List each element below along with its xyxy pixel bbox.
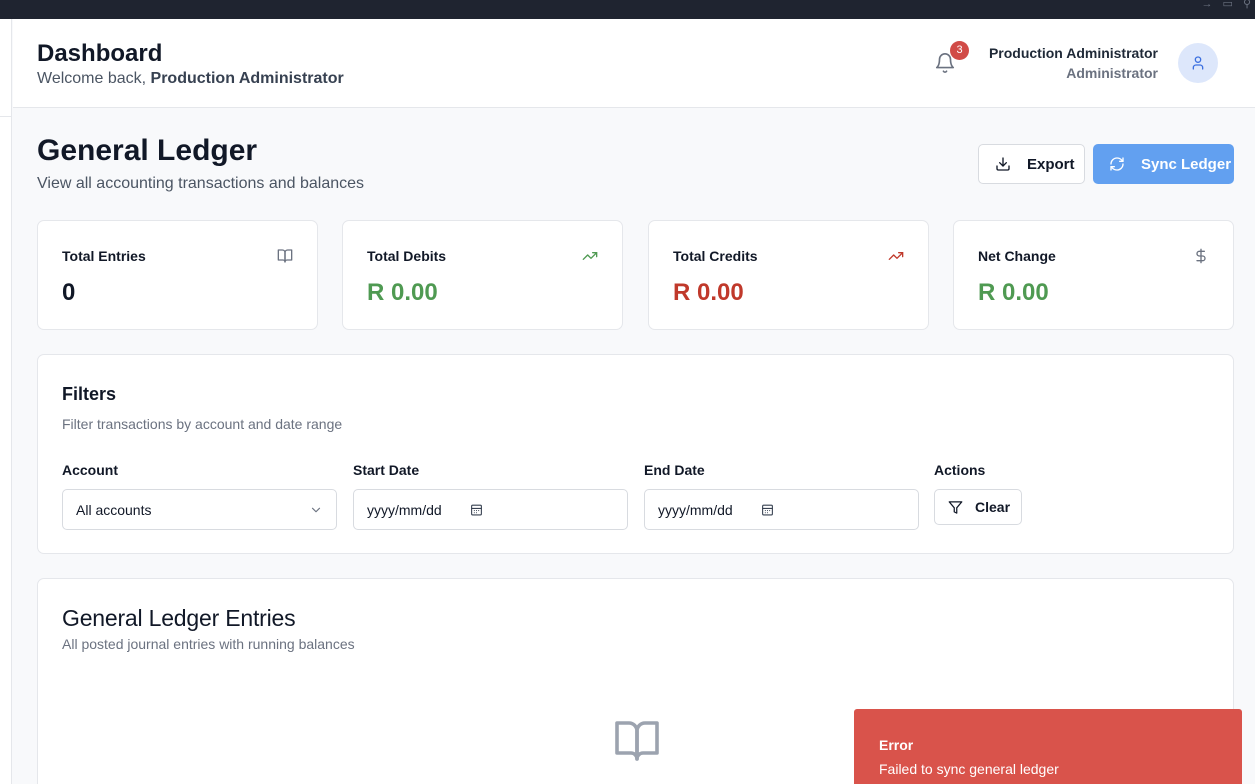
header-title: Dashboard — [37, 40, 163, 67]
account-value: All accounts — [76, 501, 152, 518]
end-date-label: End Date — [644, 462, 705, 478]
export-label: Export — [1027, 155, 1075, 173]
calendar-icon[interactable] — [470, 503, 483, 516]
refresh-icon — [1110, 157, 1124, 171]
sidebar-collapsed — [0, 19, 12, 784]
start-date-input[interactable]: yyyy/mm/dd — [353, 489, 628, 530]
notifications-button[interactable]: 3 — [934, 41, 969, 76]
clear-button[interactable]: Clear — [934, 489, 1022, 525]
stat-label: Total Debits — [367, 248, 447, 264]
user-role: Administrator — [1066, 65, 1158, 81]
calendar-icon[interactable] — [761, 503, 774, 516]
top-header: Dashboard Welcome back, Production Admin… — [13, 19, 1255, 108]
monitor-icon[interactable]: ▭ — [1223, 0, 1233, 10]
book-open-icon — [615, 721, 659, 761]
stat-label: Net Change — [978, 248, 1056, 264]
welcome-prefix: Welcome back, — [37, 70, 151, 87]
book-open-icon — [277, 249, 293, 263]
chevron-down-icon — [311, 507, 321, 513]
stat-label: Total Entries — [62, 248, 146, 264]
dollar-icon — [1196, 248, 1206, 264]
user-info[interactable]: Production Administrator Administrator — [989, 43, 1158, 83]
entries-subtitle: All posted journal entries with running … — [62, 636, 355, 652]
account-select[interactable]: All accounts — [62, 489, 337, 530]
actions-label: Actions — [934, 462, 986, 478]
sidebar-divider — [0, 116, 12, 117]
stat-card-total-entries: Total Entries 0 — [37, 220, 318, 330]
avatar[interactable] — [1178, 43, 1218, 83]
arrow-icon[interactable]: → — [1202, 0, 1213, 10]
export-button[interactable]: Export — [978, 144, 1085, 184]
welcome-name: Production Administrator — [150, 70, 344, 87]
tool-icon[interactable]: ⚲ — [1243, 0, 1251, 10]
page-subtitle: View all accounting transactions and bal… — [37, 175, 365, 192]
user-icon — [1192, 56, 1204, 70]
stat-value: R 0.00 — [978, 279, 1049, 306]
notification-badge: 3 — [950, 41, 969, 60]
toast-title: Error — [879, 737, 914, 753]
user-name: Production Administrator — [988, 45, 1158, 61]
stat-label: Total Credits — [673, 248, 758, 264]
trending-up-icon — [582, 252, 598, 260]
filters-subtitle: Filter transactions by account and date … — [62, 416, 343, 432]
page-title: General Ledger — [37, 134, 258, 167]
error-toast[interactable]: Error Failed to sync general ledger — [854, 709, 1242, 784]
stat-value: 0 — [62, 279, 76, 306]
filters-title: Filters — [62, 384, 117, 404]
stat-card-total-credits: Total Credits R 0.00 — [648, 220, 929, 330]
account-label: Account — [62, 462, 118, 478]
sync-label: Sync Ledger — [1141, 155, 1232, 173]
stat-card-net-change: Net Change R 0.00 — [953, 220, 1234, 330]
stat-value: R 0.00 — [673, 279, 744, 306]
sync-ledger-button[interactable]: Sync Ledger — [1093, 144, 1234, 184]
filter-icon — [948, 500, 963, 514]
toast-message: Failed to sync general ledger — [879, 761, 1059, 777]
download-icon — [996, 157, 1010, 171]
trending-up-icon — [888, 252, 904, 260]
stat-value: R 0.00 — [367, 279, 438, 306]
start-date-placeholder: yyyy/mm/dd — [367, 501, 442, 518]
entries-title: General Ledger Entries — [62, 605, 296, 631]
filters-panel: Filters Filter transactions by account a… — [37, 354, 1234, 554]
stat-card-total-debits: Total Debits R 0.00 — [342, 220, 623, 330]
end-date-input[interactable]: yyyy/mm/dd — [644, 489, 919, 530]
browser-top-bar: → ▭ ⚲ — [0, 0, 1255, 19]
start-date-label: Start Date — [353, 462, 420, 478]
window-controls: → ▭ ⚲ — [1202, 0, 1255, 10]
welcome-text: Welcome back, Production Administrator — [37, 70, 344, 88]
clear-label: Clear — [975, 499, 1011, 515]
end-date-placeholder: yyyy/mm/dd — [658, 501, 733, 518]
